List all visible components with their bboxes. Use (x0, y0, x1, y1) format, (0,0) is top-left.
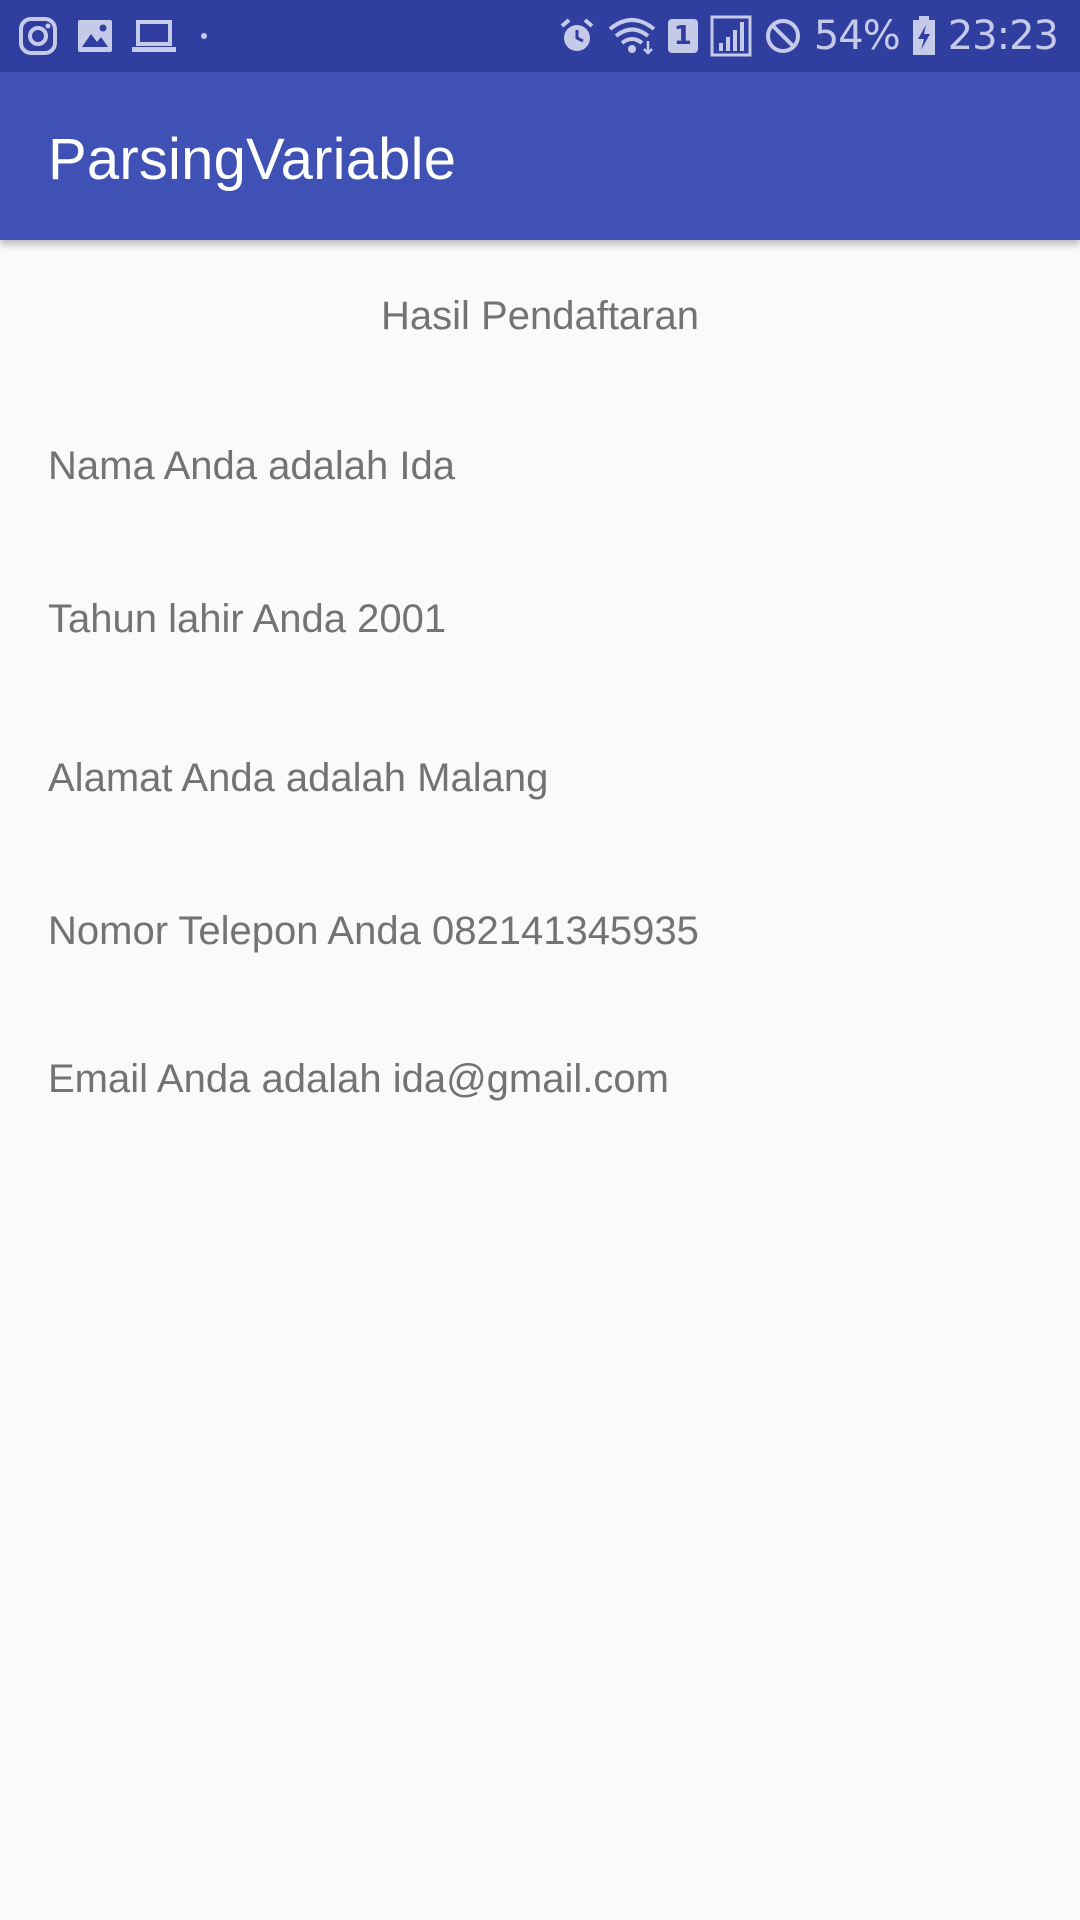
status-bar: 1 54% 23:23 (0, 0, 1080, 72)
alarm-icon (558, 17, 596, 55)
address-text: Alamat Anda adalah Malang (48, 756, 549, 800)
dot-icon (194, 26, 214, 46)
instagram-icon (18, 16, 58, 56)
wifi-icon (608, 17, 656, 55)
result-heading: Hasil Pendaftaran (381, 294, 699, 338)
clock: 23:23 (947, 13, 1059, 59)
phone-text: Nomor Telepon Anda 082141345935 (48, 909, 699, 953)
system-icons: 1 54% 23:23 (558, 0, 1059, 72)
result-content: Hasil Pendaftaran Nama Anda adalah Ida T… (0, 240, 1080, 1920)
email-text: Email Anda adalah ida@gmail.com (48, 1057, 669, 1101)
app-title: ParsingVariable (48, 127, 457, 192)
signal-icon (710, 15, 752, 57)
birth-year-text: Tahun lahir Anda 2001 (48, 597, 447, 641)
battery-percent: 54% (813, 13, 901, 59)
gallery-icon (76, 18, 114, 54)
notification-icons (18, 0, 214, 72)
name-text: Nama Anda adalah Ida (48, 444, 455, 488)
battery-icon (912, 16, 936, 56)
app-bar: ParsingVariable (0, 72, 1080, 240)
sim-icon: 1 (667, 19, 698, 53)
block-icon (764, 17, 802, 55)
laptop-icon (132, 19, 176, 53)
